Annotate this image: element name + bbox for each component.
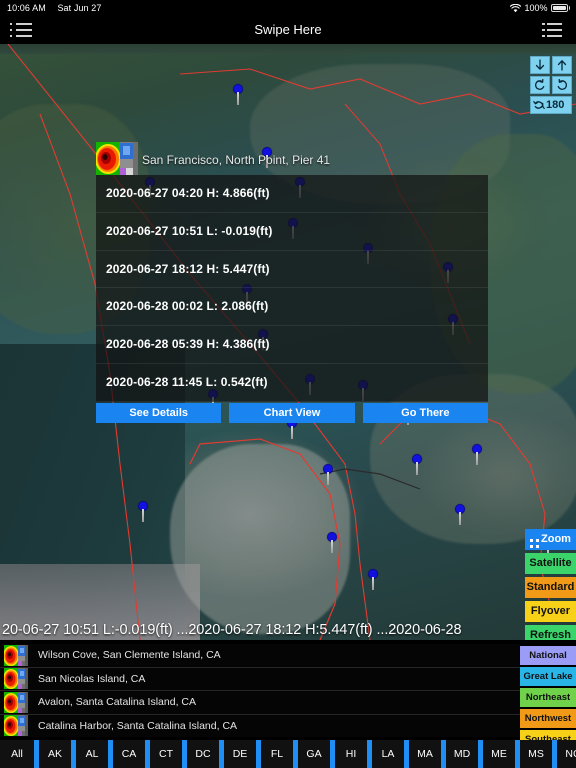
satellite-map[interactable]: 180 Zoom Satellite Standard Flyover Refr… — [0, 44, 576, 640]
map-pin[interactable] — [455, 504, 465, 525]
rotate-clockwise-icon — [556, 79, 568, 91]
list-item-label: Wilson Cove, San Clemente Island, CA — [38, 649, 221, 662]
state-tab-ca[interactable]: CA — [113, 740, 145, 768]
tide-ticker-text: 20-06-27 10:51 L:-0.019(ft) ...2020-06-2… — [2, 622, 462, 638]
status-time: 10:06 AM — [7, 3, 46, 13]
status-bar: 10:06 AM Sat Jun 27 100% — [0, 0, 576, 16]
tide-station-popup: San Francisco, North Point, Pier 41 2020… — [96, 140, 488, 423]
map-pin[interactable] — [323, 464, 333, 485]
tide-ticker: 20-06-27 10:51 L:-0.019(ft) ...2020-06-2… — [0, 618, 576, 642]
state-tab-all[interactable]: All — [0, 740, 34, 768]
map-pin[interactable] — [233, 84, 243, 105]
rotate-180-label: 180 — [546, 99, 565, 111]
rotate-180-icon — [533, 99, 545, 111]
rotate-180-row: 180 — [530, 96, 572, 114]
rotate-ccw-button[interactable] — [530, 76, 550, 94]
list-item[interactable]: Avalon, Santa Catalina Island, CA — [0, 691, 520, 715]
map-pin[interactable] — [412, 454, 422, 475]
state-tab-la[interactable]: LA — [372, 740, 404, 768]
tide-row: 2020-06-28 11:45 L: 0.542(ft) — [96, 364, 488, 402]
tide-row: 2020-06-28 00:02 L: 2.086(ft) — [96, 288, 488, 327]
right-list-menu-icon[interactable] — [542, 22, 564, 38]
zoom-button-label: Zoom — [541, 533, 571, 545]
radar-station-icon — [4, 668, 28, 690]
state-tab-ct[interactable]: CT — [150, 740, 182, 768]
map-pin[interactable] — [327, 532, 337, 553]
pan-up-button[interactable] — [552, 56, 572, 74]
status-bar-right: 100% — [510, 0, 570, 16]
list-item-label: San Nicolas Island, CA — [38, 672, 146, 685]
popup-action-buttons: See Details Chart View Go There — [96, 403, 488, 423]
station-list[interactable]: Wilson Cove, San Clemente Island, CA San… — [0, 644, 520, 737]
popup-station-title: San Francisco, North Point, Pier 41 — [142, 153, 331, 167]
rotate-cw-button[interactable] — [552, 76, 572, 94]
tide-row: 2020-06-27 10:51 L: -0.019(ft) — [96, 213, 488, 251]
rotate-controls-row — [530, 76, 572, 94]
pan-controls-row — [530, 56, 572, 74]
wifi-icon — [510, 3, 522, 13]
state-tab-bar[interactable]: All AK AL CA CT DC DE FL GA HI LA MA MD … — [0, 740, 576, 768]
rotate-180-button[interactable]: 180 — [530, 96, 572, 114]
state-tab-ma[interactable]: MA — [409, 740, 441, 768]
radar-station-icon — [4, 644, 28, 666]
status-bar-left: 10:06 AM Sat Jun 27 — [7, 0, 101, 16]
pan-down-button[interactable] — [530, 56, 550, 74]
state-tab-ak[interactable]: AK — [39, 740, 71, 768]
state-tab-me[interactable]: ME — [483, 740, 515, 768]
battery-full-icon — [550, 4, 570, 12]
chart-view-button[interactable]: Chart View — [229, 403, 355, 423]
tide-app-screen: 10:06 AM Sat Jun 27 100% Swipe Here 180 … — [0, 0, 576, 768]
standard-button[interactable]: Standard — [525, 577, 576, 598]
state-tab-dc[interactable]: DC — [187, 740, 219, 768]
state-tab-ga[interactable]: GA — [298, 740, 330, 768]
zoom-button[interactable]: Zoom — [525, 529, 576, 550]
map-pin[interactable] — [138, 501, 148, 522]
popup-header: San Francisco, North Point, Pier 41 — [96, 140, 488, 175]
rotate-counterclockwise-icon — [534, 79, 546, 91]
see-details-button[interactable]: See Details — [96, 403, 222, 423]
region-national-button[interactable]: National — [520, 646, 576, 665]
list-item[interactable]: San Nicolas Island, CA — [0, 668, 520, 691]
list-item[interactable]: Wilson Cove, San Clemente Island, CA — [0, 644, 520, 668]
tide-row: 2020-06-27 04:20 H: 4.866(ft) — [96, 175, 488, 213]
state-tab-md[interactable]: MD — [446, 740, 478, 768]
tide-row: 2020-06-28 05:39 H: 4.386(ft) — [96, 326, 488, 364]
region-northwest-button[interactable]: Northwest — [520, 709, 576, 728]
navigation-bar: Swipe Here — [0, 16, 576, 44]
satellite-button[interactable]: Satellite — [525, 553, 576, 574]
region-great-lake-button[interactable]: Great Lake — [520, 667, 576, 686]
state-tab-nc[interactable]: NC — [557, 740, 576, 768]
map-pin[interactable] — [368, 569, 378, 590]
state-tab-de[interactable]: DE — [224, 740, 256, 768]
region-northeast-button[interactable]: Northeast — [520, 688, 576, 707]
map-controls-cluster: 180 — [530, 56, 572, 114]
state-tab-ms[interactable]: MS — [520, 740, 552, 768]
battery-percent-label: 100% — [524, 3, 548, 13]
list-item[interactable]: Catalina Harbor, Santa Catalina Island, … — [0, 715, 520, 738]
radar-station-icon — [96, 142, 138, 175]
go-there-button[interactable]: Go There — [362, 403, 488, 423]
tide-list-panel[interactable]: 2020-06-27 04:20 H: 4.866(ft) 2020-06-27… — [96, 175, 488, 402]
list-item-label: Catalina Harbor, Santa Catalina Island, … — [38, 719, 238, 732]
zoom-corners-icon — [530, 535, 540, 548]
radar-station-icon — [4, 715, 28, 737]
radar-station-icon — [4, 691, 28, 713]
state-tab-fl[interactable]: FL — [261, 740, 293, 768]
map-sky-strip — [0, 44, 576, 54]
state-tab-al[interactable]: AL — [76, 740, 108, 768]
tide-row: 2020-06-27 18:12 H: 5.447(ft) — [96, 251, 488, 289]
page-title: Swipe Here — [254, 22, 322, 37]
map-pin[interactable] — [472, 444, 482, 465]
status-date: Sat Jun 27 — [57, 3, 102, 13]
arrow-down-icon — [534, 59, 546, 71]
arrow-up-icon — [556, 59, 568, 71]
state-tab-hi[interactable]: HI — [335, 740, 367, 768]
list-item-label: Avalon, Santa Catalina Island, CA — [38, 696, 196, 709]
